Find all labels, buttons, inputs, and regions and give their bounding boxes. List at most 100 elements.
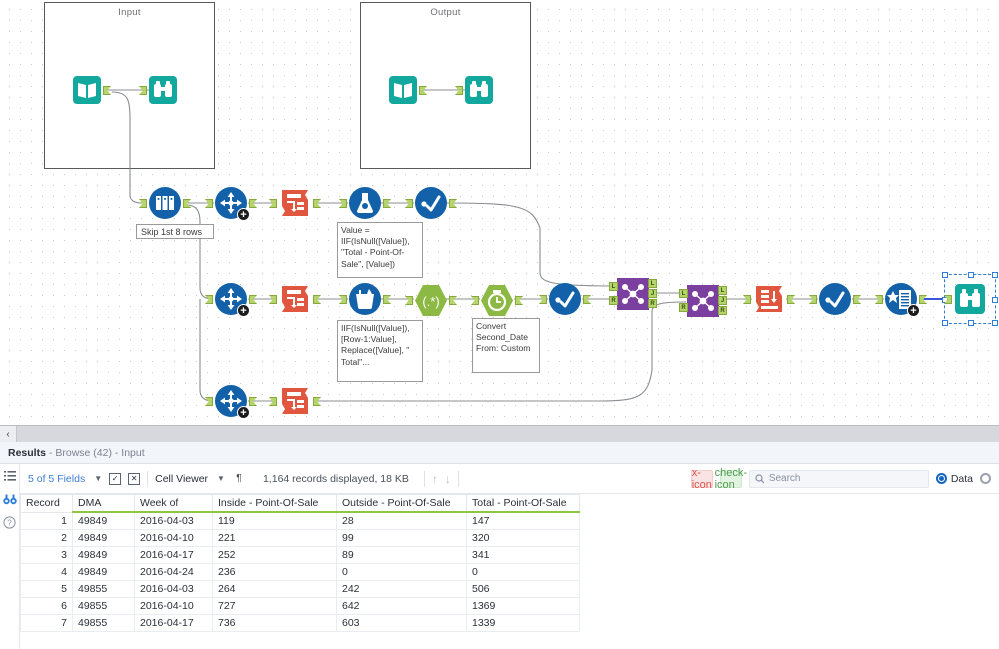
output-port[interactable] xyxy=(449,296,457,305)
join-output-port-left[interactable]: L xyxy=(648,279,657,288)
output-port[interactable] xyxy=(583,295,591,304)
tool-input-data-2[interactable] xyxy=(386,73,427,107)
input-port[interactable] xyxy=(539,295,547,304)
output-port[interactable] xyxy=(515,296,523,305)
radio-unselected-icon[interactable] xyxy=(980,473,991,484)
join-input-port-right[interactable]: R xyxy=(679,303,688,312)
input-port[interactable] xyxy=(405,199,413,208)
input-port[interactable] xyxy=(205,397,213,406)
cancel-button[interactable]: x-icon xyxy=(690,467,713,491)
tool-regex-1[interactable]: (.*) xyxy=(405,283,457,317)
output-port[interactable] xyxy=(383,199,391,208)
binoculars-icon[interactable] xyxy=(2,492,17,506)
output-port[interactable] xyxy=(249,397,257,406)
input-port[interactable] xyxy=(875,295,883,304)
tool-sample-1[interactable] xyxy=(139,186,191,220)
input-port[interactable] xyxy=(809,295,817,304)
column-header-record[interactable]: Record xyxy=(20,494,73,513)
tool-transpose-1[interactable] xyxy=(269,186,321,220)
table-row[interactable]: 3 49849 2016-04-17 252 89 341 xyxy=(20,546,580,564)
output-port[interactable] xyxy=(313,295,321,304)
chevron-down-icon[interactable]: ▼ xyxy=(217,474,225,483)
output-port[interactable] xyxy=(183,199,191,208)
tool-transpose-3[interactable] xyxy=(269,384,321,418)
join-output-port-right[interactable]: R xyxy=(718,306,727,315)
column-header-dma[interactable]: DMA xyxy=(72,494,135,513)
fields-selector[interactable]: 5 of 5 Fields xyxy=(28,473,85,485)
tool-select-2[interactable]: + xyxy=(205,282,257,317)
list-view-icon[interactable] xyxy=(3,469,17,483)
cell-viewer-selector[interactable]: Cell Viewer xyxy=(155,473,208,485)
tool-filter-2[interactable] xyxy=(539,282,591,316)
input-port[interactable] xyxy=(471,296,479,305)
tool-summarize-1[interactable]: + xyxy=(875,282,927,317)
join-output-port-join[interactable]: J xyxy=(648,289,657,298)
help-icon[interactable]: ? xyxy=(3,515,17,529)
confirm-button[interactable]: check-icon xyxy=(715,467,747,491)
join-input-port-right[interactable]: R xyxy=(609,296,618,305)
output-port[interactable] xyxy=(853,295,861,304)
input-port[interactable] xyxy=(405,296,413,305)
pilcrow-icon[interactable]: ¶ xyxy=(232,472,246,486)
table-row[interactable]: 7 49855 2016-04-17 736 603 1339 xyxy=(20,614,580,632)
data-radio-option[interactable]: Data xyxy=(935,473,973,485)
input-port[interactable] xyxy=(339,199,347,208)
workflow-canvas[interactable]: Input Output + + (.*) + L R L J R L R L … xyxy=(0,0,999,425)
input-port[interactable] xyxy=(269,199,277,208)
tool-select-3[interactable]: + xyxy=(205,384,257,419)
table-row[interactable]: 2 49849 2016-04-10 221 99 320 xyxy=(20,529,580,547)
column-header-week[interactable]: Week of xyxy=(134,494,213,513)
column-header-inside[interactable]: Inside - Point-Of-Sale xyxy=(212,494,337,513)
tool-browse-3-selected[interactable] xyxy=(944,282,987,316)
radio-selected-icon[interactable] xyxy=(935,473,947,484)
tool-multi-row-formula-1[interactable] xyxy=(339,282,391,316)
tool-filter-1[interactable] xyxy=(405,186,457,220)
input-port[interactable] xyxy=(269,295,277,304)
input-port[interactable] xyxy=(269,397,277,406)
input-port[interactable] xyxy=(743,295,751,304)
table-row[interactable]: 5 49855 2016-04-03 264 242 506 xyxy=(20,580,580,598)
input-port[interactable] xyxy=(205,295,213,304)
chevron-left-icon[interactable]: ‹ xyxy=(0,426,17,442)
output-port[interactable] xyxy=(249,295,257,304)
table-row[interactable]: 4 49849 2016-04-24 236 0 0 xyxy=(20,563,580,581)
chevron-down-icon[interactable]: ▼ xyxy=(94,474,102,483)
join-input-port-left[interactable]: L xyxy=(609,282,618,291)
search-input[interactable]: Search xyxy=(748,469,929,488)
tool-join-2[interactable]: L R L J R xyxy=(679,285,727,317)
checkbox-check-icon[interactable]: ✓ xyxy=(109,472,122,485)
table-row[interactable]: 1 49849 2016-04-03 119 28 147 xyxy=(20,511,580,530)
output-port[interactable] xyxy=(249,199,257,208)
column-header-total[interactable]: Total - Point-Of-Sale xyxy=(466,494,580,513)
output-port[interactable] xyxy=(313,199,321,208)
tool-formula-1[interactable] xyxy=(339,186,391,220)
input-port[interactable] xyxy=(339,295,347,304)
input-port[interactable] xyxy=(205,199,213,208)
tool-filter-3[interactable] xyxy=(809,282,861,316)
join-output-port-right[interactable]: R xyxy=(648,299,657,308)
tool-crosstab-1[interactable] xyxy=(743,282,795,316)
panel-splitter[interactable]: ‹ xyxy=(0,425,999,442)
tool-select-1[interactable]: + xyxy=(205,186,257,221)
output-port[interactable] xyxy=(449,199,457,208)
join-output-port-join[interactable]: J xyxy=(718,296,727,305)
output-port[interactable] xyxy=(919,295,927,304)
input-port[interactable] xyxy=(139,199,147,208)
tool-transpose-2[interactable] xyxy=(269,282,321,316)
tool-datetime-1[interactable] xyxy=(471,283,523,317)
arrow-down-icon[interactable]: ↓ xyxy=(445,472,451,486)
results-tab-header[interactable]: Results - Browse (42) - Input xyxy=(0,442,999,464)
column-header-outside[interactable]: Outside - Point-Of-Sale xyxy=(336,494,467,513)
arrow-up-icon[interactable]: ↑ xyxy=(432,472,438,486)
table-row[interactable]: 6 49855 2016-04-10 727 642 1369 xyxy=(20,597,580,615)
output-port[interactable] xyxy=(383,295,391,304)
results-table-container[interactable]: Record DMA Week of Inside - Point-Of-Sal… xyxy=(20,494,999,649)
tool-browse-2[interactable] xyxy=(455,73,496,107)
tool-input-data-1[interactable] xyxy=(70,73,111,107)
checkbox-x-icon[interactable]: ✕ xyxy=(128,472,141,485)
tool-browse-1[interactable] xyxy=(139,73,180,107)
join-output-port-left[interactable]: L xyxy=(718,286,727,295)
output-port[interactable] xyxy=(313,397,321,406)
tool-join-1[interactable]: L R L J R xyxy=(609,278,657,310)
join-input-port-left[interactable]: L xyxy=(679,289,688,298)
